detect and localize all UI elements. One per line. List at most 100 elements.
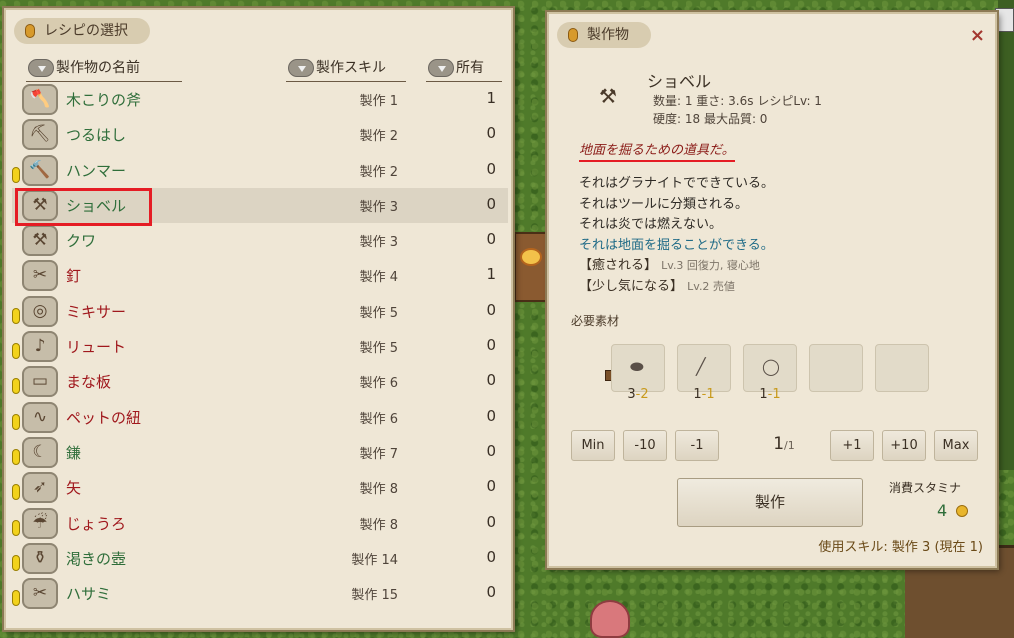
- cutting-board-icon: ▭: [22, 366, 58, 398]
- column-header-skill[interactable]: 製作スキル: [286, 56, 406, 82]
- recipe-owned: 0: [486, 406, 496, 425]
- recipe-row[interactable]: 🪓 木こりの斧 製作 1 1: [12, 82, 508, 117]
- craft-button[interactable]: 製作: [677, 478, 863, 527]
- recipe-row[interactable]: ♪ リュート 製作 5 0: [12, 329, 508, 364]
- warning-icon: [12, 378, 20, 395]
- qty-minus10-button[interactable]: -10: [623, 430, 667, 461]
- desc-line: それはグラナイトでできている。: [579, 176, 775, 191]
- recipe-panel: レシピの選択 製作物の名前 製作スキル 所有 🪓 木こりの斧 製作 1 1 ⛏ つるはし製…: [4, 8, 513, 630]
- material-need: -1: [767, 387, 781, 402]
- recipe-row[interactable]: ✂ 釘 製作 4 1: [12, 258, 508, 293]
- enchant-detail: Lv.3 回復力, 寝心地: [661, 259, 760, 272]
- shovel-icon: ⚒: [599, 84, 617, 108]
- enchant-detail: Lv.2 売値: [687, 279, 735, 293]
- recipe-row[interactable]: ⚒ ショベル 製作 3 0: [12, 187, 508, 224]
- recipe-row[interactable]: ∿ ペットの紐 製作 6 0: [12, 400, 508, 435]
- sort-icon[interactable]: [288, 59, 314, 77]
- recipe-owned: 0: [486, 336, 496, 355]
- recipe-name: まな板: [66, 373, 112, 392]
- recipe-skill: 製作 5: [359, 305, 398, 321]
- material-slot[interactable]: ⬬: [611, 344, 665, 392]
- warning-icon: [12, 519, 20, 536]
- qty-minus1-button[interactable]: -1: [675, 430, 719, 461]
- recipe-panel-title-text: レシピの選択: [44, 23, 128, 39]
- stick-icon: ╱: [696, 357, 706, 376]
- qty-max-button[interactable]: Max: [934, 430, 978, 461]
- recipe-owned: 1: [486, 265, 496, 284]
- qty-plus10-button[interactable]: +10: [882, 430, 926, 461]
- close-button[interactable]: ×: [970, 25, 985, 46]
- recipe-name: 木こりの斧: [66, 91, 142, 109]
- qty-plus1-button[interactable]: +1: [830, 430, 874, 461]
- warning-icon: [12, 413, 20, 430]
- material-have: 1: [693, 387, 702, 402]
- material-count: 1-1: [677, 387, 731, 402]
- recipe-row[interactable]: 🔨 ハンマー 製作 2 0: [12, 153, 508, 188]
- pickaxe-icon: ⛏: [22, 119, 58, 151]
- quantity-display: 1/1: [759, 434, 809, 454]
- column-header-owned[interactable]: 所有: [426, 56, 502, 82]
- jar-icon: ⚱: [22, 542, 58, 574]
- recipe-skill: 製作 2: [359, 164, 398, 180]
- detail-panel-title: 製作物: [557, 22, 651, 48]
- item-description: それはグラナイトでできている。 それはツールに分類される。 それは炎では燃えない…: [579, 174, 774, 297]
- skill-footer: 使用スキル: 製作 3 (現在 1): [818, 540, 983, 555]
- recipe-owned: 1: [486, 89, 496, 107]
- recipe-name: ミキサー: [66, 302, 127, 321]
- scissors-icon: ✂: [22, 578, 58, 610]
- recipe-name: じょうろ: [66, 514, 127, 533]
- recipe-skill: 製作 15: [351, 588, 398, 604]
- material-slot[interactable]: ◯: [743, 344, 797, 392]
- lute-icon: ♪: [22, 331, 58, 363]
- shovel-icon: ⚒: [22, 189, 58, 221]
- recipe-row[interactable]: ⛏ つるはし 製作 2 0: [12, 117, 508, 152]
- recipe-panel-title: レシピの選択: [14, 18, 150, 44]
- stamina-cost-value: 4: [937, 501, 948, 520]
- recipe-name: ハサミ: [66, 585, 112, 604]
- recipe-owned: 0: [486, 300, 496, 319]
- recipe-row[interactable]: ▭ まな板 製作 6 0: [12, 364, 508, 399]
- arrow-icon: ➶: [22, 472, 58, 504]
- enchant-line: 【少し気になる】 Lv.2 売値: [579, 277, 774, 298]
- item-stats-line: 硬度: 18 最大品質: 0: [653, 112, 768, 126]
- recipe-row[interactable]: ☔ じょうろ 製作 8 0: [12, 506, 508, 541]
- recipe-name: 矢: [66, 479, 82, 498]
- desc-line: それは炎では燃えない。: [579, 217, 723, 232]
- world-grass-edge: [998, 0, 1014, 470]
- recipe-skill: 製作 3: [359, 199, 398, 215]
- world-creature: [590, 600, 630, 638]
- recipe-name: 鎌: [66, 443, 82, 462]
- axe-icon: 🪓: [22, 84, 58, 115]
- material-have: 1: [759, 387, 768, 402]
- column-header-name[interactable]: 製作物の名前: [26, 56, 182, 82]
- material-slot[interactable]: ╱: [677, 344, 731, 392]
- nail-icon: ✂: [22, 260, 58, 292]
- recipe-row[interactable]: ☾ 鎌 製作 7 0: [12, 435, 508, 470]
- sort-icon[interactable]: [28, 59, 54, 77]
- mixer-icon: ◎: [22, 295, 58, 327]
- recipe-row[interactable]: ➶ 矢 製作 8 0: [12, 470, 508, 505]
- recipe-row[interactable]: ✂ ハサミ 製作 15 0: [12, 576, 508, 611]
- qty-min-button[interactable]: Min: [571, 430, 615, 461]
- recipe-owned: 0: [486, 159, 496, 178]
- material-count: 1-1: [743, 387, 797, 402]
- recipe-owned: 0: [486, 230, 496, 249]
- recipe-owned: 0: [486, 124, 496, 143]
- sort-icon[interactable]: [428, 59, 454, 77]
- recipe-name: ハンマー: [66, 161, 127, 180]
- recipe-name: ショベル: [66, 196, 127, 215]
- material-have: 3: [627, 387, 636, 402]
- enchant-name: 【少し気になる】: [579, 278, 684, 294]
- warning-icon: [12, 166, 20, 183]
- recipe-row[interactable]: ⚒ クワ 製作 3 0: [12, 223, 508, 258]
- recipe-row[interactable]: ◎ ミキサー 製作 5 0: [12, 294, 508, 329]
- warning-icon: [12, 484, 20, 501]
- craft-detail-panel: 製作物 × ⚒ ショベル 数量: 1 重さ: 3.6s レシピLv: 1 硬度:…: [547, 12, 997, 568]
- material-count: 3-2: [611, 387, 665, 402]
- recipe-row[interactable]: ⚱ 渇きの壺 製作 14 0: [12, 541, 508, 576]
- hoe-icon: ⚒: [22, 225, 58, 257]
- recipe-skill: 製作 6: [359, 411, 398, 427]
- recipe-owned: 0: [486, 371, 496, 390]
- recipe-owned: 0: [486, 583, 496, 602]
- recipe-name: 釘: [66, 267, 82, 286]
